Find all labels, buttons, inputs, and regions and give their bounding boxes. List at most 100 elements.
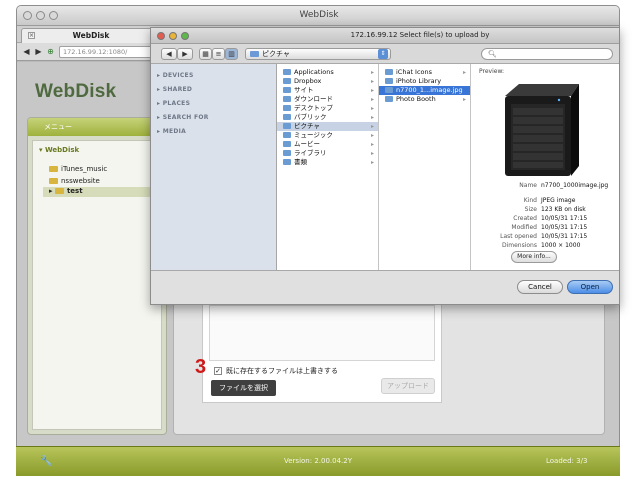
open-button[interactable]: Open <box>567 280 613 294</box>
browser-tab-title: WebDisk <box>72 31 110 40</box>
tree-root-webdisk[interactable]: ▾ WebDisk <box>39 146 79 154</box>
forward-icon[interactable]: ▶ <box>33 46 44 57</box>
folder-icon <box>283 96 291 102</box>
metadata-value: 1000 × 1000 <box>541 242 581 249</box>
column1-item[interactable]: ダウンロード ▸ <box>277 95 378 104</box>
sidebar-section-shared[interactable]: ▸ SHARED <box>157 86 192 93</box>
more-info-button[interactable]: More info... <box>511 251 557 263</box>
chevron-right-icon: ▸ <box>370 123 374 130</box>
menu-header[interactable]: メニュー <box>28 118 166 136</box>
folder-icon <box>283 150 291 156</box>
icon-view-button[interactable]: ▦ <box>199 48 212 60</box>
column1-item[interactable]: 書類 ▸ <box>277 158 378 167</box>
file-label: ムービー <box>294 140 320 148</box>
forward-nav-button[interactable]: ▶ <box>177 48 193 60</box>
file-label: Photo Booth <box>396 95 436 103</box>
sidebar-section-devices[interactable]: ▸ DEVICES <box>157 72 194 79</box>
chevron-right-icon: ▸ <box>370 78 374 85</box>
column1-item[interactable]: ピクチャ ▸ <box>277 122 378 131</box>
folder-tree: ▾ WebDisk iTunes_music nsswebsite ▸ test <box>32 140 162 430</box>
sidebar-section-search-for[interactable]: ▸ SEARCH FOR <box>157 114 209 121</box>
address-bar[interactable]: 172.16.99.12:1080/ <box>59 46 159 58</box>
screenshot-stage: WebDisk × WebDisk + ◀ ▶ ⊕ 172.16.99.12:1… <box>0 0 640 490</box>
file-label: ピクチャ <box>294 122 320 130</box>
back-icon[interactable]: ◀ <box>21 46 32 57</box>
metadata-key: Name <box>519 182 537 189</box>
cancel-button[interactable]: Cancel <box>517 280 563 294</box>
file-label: Applications <box>294 68 334 76</box>
folder-icon <box>283 132 291 138</box>
metadata-key: Modified <box>511 224 537 231</box>
version-text: Version: 2.00.04.2Y <box>284 457 352 465</box>
browser-tab[interactable]: × WebDisk <box>21 28 161 43</box>
tree-folder-itunes-music[interactable]: iTunes_music <box>49 165 107 173</box>
dialog-title: 172.16.99.12 Select file(s) to upload by <box>350 31 490 39</box>
chevron-right-icon: ▸ <box>370 105 374 112</box>
column1-item[interactable]: パブリック ▸ <box>277 113 378 122</box>
tree-folder-nsswebsite[interactable]: nsswebsite <box>49 177 100 185</box>
chevron-right-icon: ▸ <box>370 87 374 94</box>
file-label: サイト <box>294 86 314 94</box>
sidebar-section-places[interactable]: ▸ PLACES <box>157 100 190 107</box>
file-label: iChat Icons <box>396 68 433 76</box>
browser-column-1: Applications ▸ Dropbox ▸ サイト ▸ ダウンロード ▸ デスクトップ ▸ パ… <box>277 64 379 270</box>
file-label: Dropbox <box>294 77 322 85</box>
column1-item[interactable]: ミュージック ▸ <box>277 131 378 140</box>
file-label: n7700_1...image.jpg <box>396 86 463 94</box>
metadata-value: 10/05/31 17:15 <box>541 215 588 222</box>
location-popup[interactable]: ピクチャ ⇕ <box>245 48 391 60</box>
sidebar-section-media[interactable]: ▸ MEDIA <box>157 128 186 135</box>
column1-item[interactable]: デスクトップ ▸ <box>277 104 378 113</box>
folder-icon <box>283 141 291 147</box>
choose-file-button[interactable]: ファイルを選択 <box>211 380 276 396</box>
folder-icon <box>49 166 58 172</box>
file-open-dialog: 172.16.99.12 Select file(s) to upload by… <box>150 27 620 305</box>
metadata-value: 10/05/31 17:15 <box>541 233 588 240</box>
overwrite-checkbox[interactable]: ✓ <box>214 367 222 375</box>
preview-column: Preview: More info... Name n7700_1000imag… <box>471 64 619 270</box>
column-view-button[interactable]: ▥ <box>225 48 238 60</box>
dialog-titlebar: 172.16.99.12 Select file(s) to upload by <box>151 28 619 44</box>
close-tab-icon[interactable]: × <box>28 32 35 39</box>
chevron-right-icon: ▸ <box>462 96 466 103</box>
column2-item[interactable]: n7700_1...image.jpg <box>379 86 470 95</box>
file-label: ライブラリ <box>294 149 327 157</box>
folder-sidebar: メニュー ▾ WebDisk iTunes_music nsswebsite ▸… <box>27 117 167 435</box>
dialog-search-field[interactable]: 🔍︎ <box>481 48 613 60</box>
preview-header: Preview: <box>479 68 505 75</box>
file-drop-area[interactable] <box>209 305 435 361</box>
chevron-right-icon: ▸ <box>462 69 466 76</box>
site-security-icon: ⊕ <box>47 47 54 56</box>
search-icon: 🔍︎ <box>488 50 497 58</box>
folder-icon <box>385 96 393 102</box>
column1-item[interactable]: ライブラリ ▸ <box>277 149 378 158</box>
metadata-value: n7700_1000image.jpg <box>541 182 609 189</box>
list-view-button[interactable]: ≡ <box>212 48 225 60</box>
webdisk-footer: 🔧 Version: 2.00.04.2Y Loaded: 3/3 <box>16 446 620 476</box>
dialog-sidebar: ▸ DEVICES ▸ SHARED ▸ PLACES ▸ SEARCH FOR… <box>151 64 277 270</box>
popup-arrows-icon: ⇕ <box>378 49 388 59</box>
folder-icon <box>385 78 393 84</box>
column1-item[interactable]: Applications ▸ <box>277 68 378 77</box>
folder-icon <box>283 159 291 165</box>
column2-item[interactable]: Photo Booth ▸ <box>379 95 470 104</box>
upload-button[interactable]: アップロード <box>381 378 435 394</box>
folder-icon <box>283 123 291 129</box>
back-nav-button[interactable]: ◀ <box>161 48 177 60</box>
column1-item[interactable]: サイト ▸ <box>277 86 378 95</box>
chevron-right-icon: ▸ <box>370 96 374 103</box>
chevron-right-icon: ▸ <box>370 150 374 157</box>
file-label: デスクトップ <box>294 104 333 112</box>
tree-folder-test[interactable]: ▸ test <box>43 187 159 197</box>
column1-item[interactable]: ムービー ▸ <box>277 140 378 149</box>
folder-icon <box>283 78 291 84</box>
file-label: iPhoto Library <box>396 77 442 85</box>
metadata-value: JPEG image <box>541 197 576 204</box>
file-label: ミュージック <box>294 131 333 139</box>
column2-item[interactable]: iChat Icons ▸ <box>379 68 470 77</box>
metadata-key: Created <box>513 215 537 222</box>
folder-icon <box>54 188 64 194</box>
browser-column-2: iChat Icons ▸ iPhoto Library n7700_1...imag… <box>379 64 471 270</box>
column1-item[interactable]: Dropbox ▸ <box>277 77 378 86</box>
column2-item[interactable]: iPhoto Library <box>379 77 470 86</box>
